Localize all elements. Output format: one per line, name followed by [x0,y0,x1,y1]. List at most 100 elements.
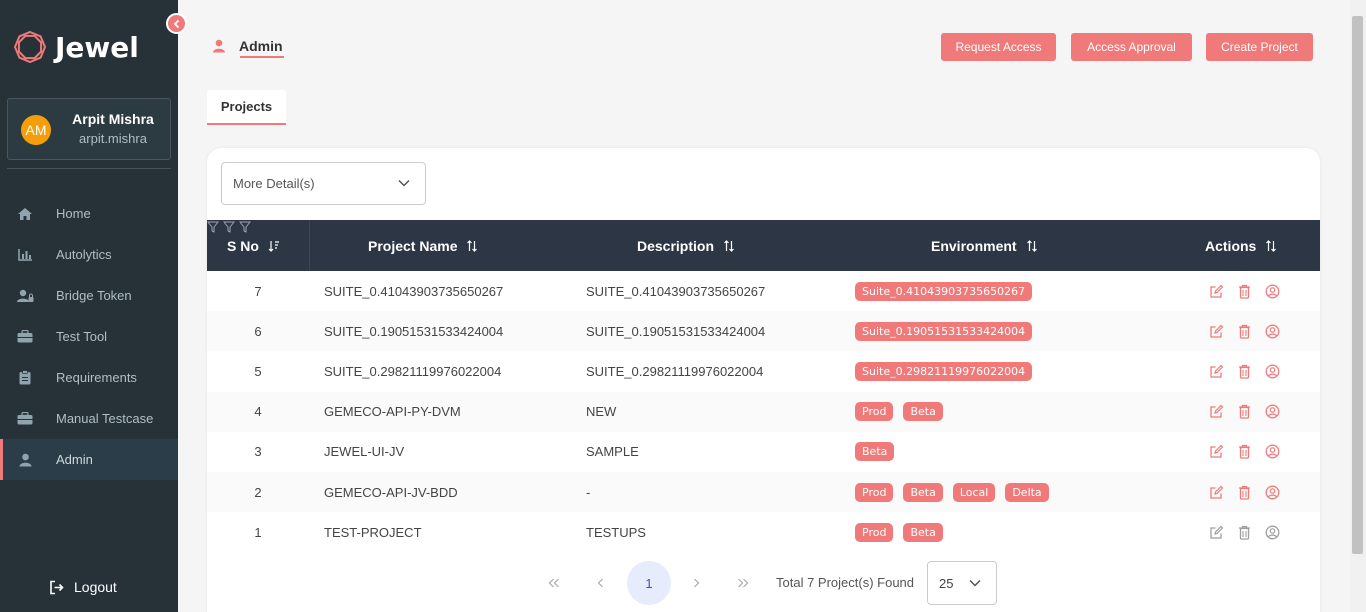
double-chevron-right-icon [738,578,749,588]
last-page-button[interactable] [729,569,757,597]
environment-badge: Suite_0.29821119976022004 [855,361,1033,381]
cell-description: SUITE_0.19051531533424004 [586,323,766,339]
environment-badge: Beta [903,522,943,542]
user-handle: arpit.mishra [79,131,147,146]
delete-icon[interactable] [1236,484,1252,500]
edit-icon[interactable] [1208,283,1224,299]
chevron-down-icon [969,579,981,587]
cell-sno: 1 [254,524,262,540]
sidebar-item-label: Admin [56,452,93,467]
request-access-button[interactable]: Request Access [941,33,1056,61]
cell-project-name: JEWEL-UI-JV [324,444,405,460]
user-name: Arpit Mishra [72,111,154,127]
column-description[interactable]: Description [637,220,735,271]
user-access-icon[interactable] [1264,323,1280,339]
sort-icon[interactable] [1026,239,1038,252]
sidebar-item-admin[interactable]: Admin [0,439,178,480]
current-page-button[interactable]: 1 [627,561,671,605]
prev-page-button[interactable] [587,569,615,597]
cell-sno: 2 [254,484,262,500]
sort-icon[interactable] [1265,239,1277,252]
edit-icon[interactable] [1208,363,1224,379]
sort-desc-icon[interactable] [268,240,280,252]
sidebar-divider [7,168,171,169]
user-access-icon[interactable] [1264,444,1280,460]
cell-sno: 4 [254,404,262,420]
delete-icon[interactable] [1236,524,1252,540]
chevron-left-icon [597,578,603,588]
access-approval-button[interactable]: Access Approval [1071,33,1192,61]
delete-icon[interactable] [1236,404,1252,420]
column-sno[interactable]: S No [227,220,280,271]
cell-project-name: SUITE_0.29821119976022004 [324,363,502,379]
table-header: S No Project Name Description Environmen… [206,220,1320,271]
edit-icon[interactable] [1208,404,1224,420]
cell-environment: Suite_0.29821119976022004 [855,351,1042,391]
sidebar-item-test-tool[interactable]: Test Tool [0,316,178,357]
user-access-icon[interactable] [1264,363,1280,379]
logout-label: Logout [74,579,117,595]
user-access-icon[interactable] [1264,283,1280,299]
environment-badge: Local [952,482,996,502]
user-access-icon[interactable] [1264,404,1280,420]
admin-header-tab[interactable]: Admin [212,33,283,58]
page-size-select[interactable]: 25 [927,561,997,605]
sort-icon[interactable] [723,239,735,252]
sidebar-nav: Home Autolytics Bridge Token Test Tool R… [0,193,178,480]
collapse-sidebar-button[interactable] [166,13,187,34]
chevron-down-icon [398,179,410,187]
first-page-button[interactable] [540,569,568,597]
column-environment[interactable]: Environment [931,220,1038,271]
delete-icon[interactable] [1236,444,1252,460]
table-row: 5 SUITE_0.29821119976022004 SUITE_0.298211… [207,351,1320,391]
delete-icon[interactable] [1236,283,1252,299]
app-root: Jewel AM Arpit Mishra arpit.mishra Home … [0,0,1366,612]
environment-badge: Beta [903,402,943,422]
cell-environment: Suite_0.41043903735650267 [855,271,1042,311]
cell-project-name: GEMECO-API-PY-DVM [324,404,461,420]
user-card: AM Arpit Mishra arpit.mishra [7,98,171,160]
cell-description: SUITE_0.29821119976022004 [586,363,764,379]
total-count-text: Total 7 Project(s) Found [776,575,915,590]
filter-icon[interactable] [206,220,223,236]
cell-actions [1208,512,1292,552]
sidebar-item-autolytics[interactable]: Autolytics [0,234,178,275]
sidebar-item-label: Autolytics [56,247,112,262]
pagination: 1 Total 7 Project(s) Found 25 [207,561,1320,605]
cell-project-name: TEST-PROJECT [324,524,422,540]
column-actions[interactable]: Actions [1205,220,1277,271]
edit-icon[interactable] [1208,524,1224,540]
delete-icon[interactable] [1236,363,1252,379]
sidebar-item-home[interactable]: Home [0,193,178,234]
cell-environment: Prod Beta Local Delta [855,472,1059,512]
user-access-icon[interactable] [1264,484,1280,500]
column-project-name[interactable]: Project Name [368,220,478,271]
environment-badge: Beta [903,482,943,502]
cell-environment: Suite_0.19051531533424004 [855,311,1042,351]
more-details-dropdown[interactable]: More Detail(s) [221,162,426,205]
sidebar-item-manual-testcase[interactable]: Manual Testcase [0,398,178,439]
tab-projects[interactable]: Projects [207,90,286,125]
cell-project-name: SUITE_0.19051531533424004 [324,323,504,339]
chevron-right-icon [694,578,700,588]
table-row: 6 SUITE_0.19051531533424004 SUITE_0.190515… [207,311,1320,352]
cell-actions [1208,351,1292,391]
edit-icon[interactable] [1208,484,1224,500]
user-lock-icon [16,287,34,305]
cell-sno: 7 [254,283,262,299]
next-page-button[interactable] [682,569,710,597]
user-access-icon[interactable] [1264,524,1280,540]
sidebar-item-label: Requirements [56,370,137,385]
column-header-label: Description [637,237,715,254]
edit-icon[interactable] [1208,444,1224,460]
edit-icon[interactable] [1208,323,1224,339]
cell-sno: 5 [254,363,262,379]
delete-icon[interactable] [1236,323,1252,339]
logout-button[interactable]: Logout [49,579,117,595]
sidebar-item-bridge-token[interactable]: Bridge Token [0,275,178,316]
scrollbar-thumb[interactable] [1352,16,1363,554]
sort-icon[interactable] [466,239,478,252]
table-body: 7 SUITE_0.41043903735650267 SUITE_0.410439… [207,271,1320,552]
create-project-button[interactable]: Create Project [1206,33,1313,61]
sidebar-item-requirements[interactable]: Requirements [0,357,178,398]
